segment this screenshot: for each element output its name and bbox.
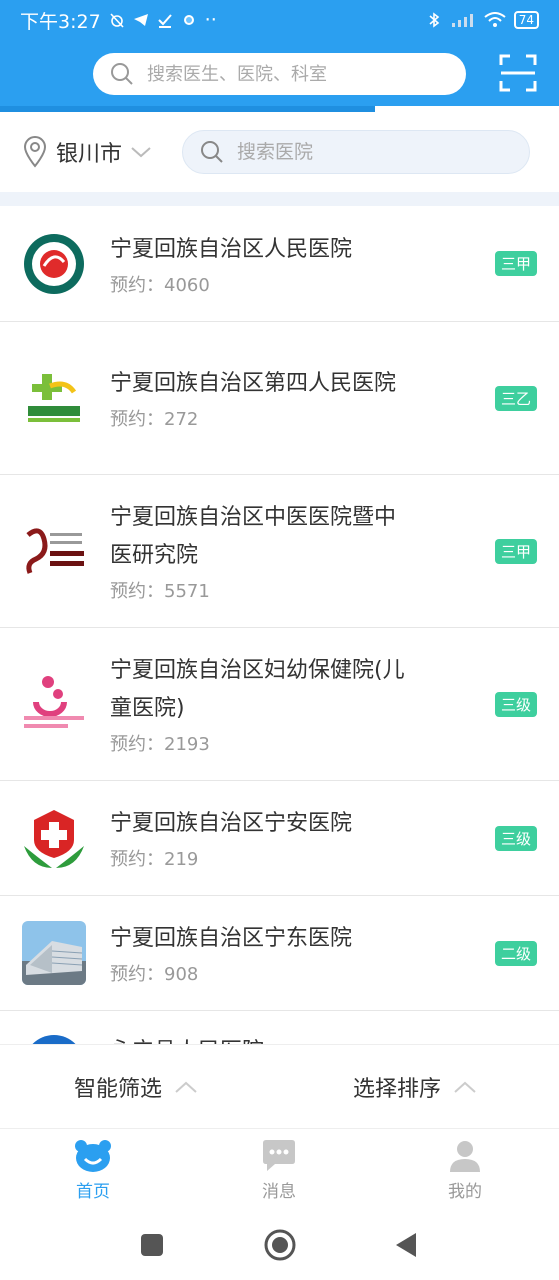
tab-home-label: 首页	[76, 1182, 110, 1202]
tab-profile[interactable]: 我的	[435, 1139, 495, 1202]
smart-filter-label: 智能筛选	[74, 1076, 163, 1102]
appointment-count: 预约：908	[110, 964, 199, 985]
hospital-list-item[interactable]: 宁夏回族自治区妇幼保健院(儿童医院) 预约：2193 三级	[0, 628, 559, 781]
grade-badge: 三甲	[494, 538, 537, 564]
bottom-tab-bar: 首页 消息 我的	[0, 1128, 559, 1210]
download-done-icon	[157, 14, 172, 28]
hospital-name: 宁夏回族自治区人民医院	[110, 236, 353, 262]
hospital-name: 宁夏回族自治区宁东医院	[110, 926, 353, 951]
appointment-count: 预约：2193	[110, 734, 210, 755]
section-divider	[0, 192, 559, 206]
signal-icon	[451, 14, 473, 27]
hospital-name: 宁夏回族自治区中医医院暨中医研究院	[110, 505, 397, 568]
hospital-name: 宁夏回族自治区第四人民医院	[110, 371, 397, 396]
hospital-logo-blue-icon	[22, 1033, 86, 1044]
location-filter-row: 银川市	[0, 112, 559, 192]
global-search-input[interactable]	[147, 63, 427, 85]
grade-badge: 三级	[494, 691, 537, 717]
chevron-up-icon	[175, 1081, 197, 1093]
hospital-list-item[interactable]: 宁夏回族自治区宁东医院 预约：908 二级	[0, 896, 559, 1011]
tab-messages-label: 消息	[262, 1182, 296, 1202]
bluetooth-icon	[429, 12, 439, 28]
location-pin-icon	[23, 136, 47, 168]
bottom-filter-bar: 智能筛选 选择排序	[0, 1044, 559, 1128]
scan-icon[interactable]	[498, 53, 538, 93]
appointment-count: 预约：5571	[110, 581, 210, 602]
home-button-icon[interactable]	[263, 1228, 297, 1262]
hospital-list-item[interactable]: 永宁县人民医院	[0, 1011, 559, 1044]
system-navigation-bar	[0, 1210, 559, 1280]
back-icon[interactable]	[394, 1231, 418, 1259]
profile-icon	[450, 1141, 480, 1172]
sort-label: 选择排序	[353, 1076, 442, 1102]
hospital-search-input[interactable]	[237, 141, 508, 163]
hospital-logo-maternal-icon	[22, 672, 86, 736]
appointment-count: 预约：4060	[110, 274, 210, 296]
hospital-logo-tcm-icon	[22, 519, 86, 583]
chevron-down-icon	[131, 147, 151, 158]
tab-home[interactable]: 首页	[63, 1139, 123, 1202]
app-header	[0, 40, 559, 106]
tab-messages[interactable]: 消息	[249, 1139, 309, 1202]
hospital-search-bar[interactable]	[182, 130, 531, 174]
sort-button[interactable]: 选择排序	[353, 1071, 477, 1103]
grade-badge: 三级	[494, 825, 537, 851]
recents-icon[interactable]	[140, 1233, 164, 1257]
hospital-name: 永宁县人民医院	[110, 1033, 410, 1044]
alarm-off-icon	[110, 13, 124, 28]
grade-badge: 三乙	[494, 385, 537, 411]
telegram-icon	[133, 14, 148, 26]
city-label: 银川市	[56, 142, 123, 167]
smart-filter-button[interactable]: 智能筛选	[74, 1071, 198, 1103]
chevron-up-icon	[454, 1081, 476, 1093]
appointment-count: 预约：219	[110, 849, 199, 870]
search-icon	[111, 63, 133, 85]
status-bar: 下午3:27 ·· 74	[0, 0, 559, 40]
city-selector[interactable]: 银川市	[22, 136, 152, 168]
hospital-name: 宁夏回族自治区妇幼保健院(儿童医院)	[110, 658, 405, 721]
grade-badge: 三甲	[494, 251, 537, 276]
hospital-logo-red-circle-icon	[22, 232, 86, 296]
tab-profile-label: 我的	[448, 1182, 482, 1202]
home-bear-icon	[75, 1140, 111, 1172]
hospital-list-item[interactable]: 宁夏回族自治区中医医院暨中医研究院 预约：5571 三甲	[0, 475, 559, 628]
app-notification-icon	[183, 15, 194, 25]
hospital-building-photo-icon	[22, 921, 86, 985]
hospital-logo-green-cross-icon	[22, 366, 86, 430]
hospital-list-item[interactable]: 宁夏回族自治区第四人民医院 预约：272 三乙	[0, 322, 559, 475]
status-time: 下午3:27	[20, 10, 101, 33]
hospital-name: 宁夏回族自治区宁安医院	[110, 811, 353, 836]
hospital-list-item[interactable]: 宁夏回族自治区宁安医院 预约：219 三级	[0, 781, 559, 896]
message-icon	[263, 1140, 295, 1171]
appointment-count: 预约：272	[110, 409, 199, 430]
wifi-icon	[484, 12, 506, 27]
hospital-list-item[interactable]: 宁夏回族自治区人民医院 预约：4060 三甲	[0, 206, 559, 322]
more-notifications: ··	[204, 9, 217, 31]
battery-indicator: 74	[513, 11, 539, 29]
hospital-list: 宁夏回族自治区人民医院 预约：4060 三甲 宁夏回族自治区第四人民医院 预约：…	[0, 206, 559, 1044]
grade-badge: 二级	[494, 940, 537, 966]
search-icon	[201, 141, 223, 163]
global-search-bar[interactable]	[93, 53, 466, 95]
hospital-logo-red-cross-leaves-icon	[22, 806, 86, 870]
